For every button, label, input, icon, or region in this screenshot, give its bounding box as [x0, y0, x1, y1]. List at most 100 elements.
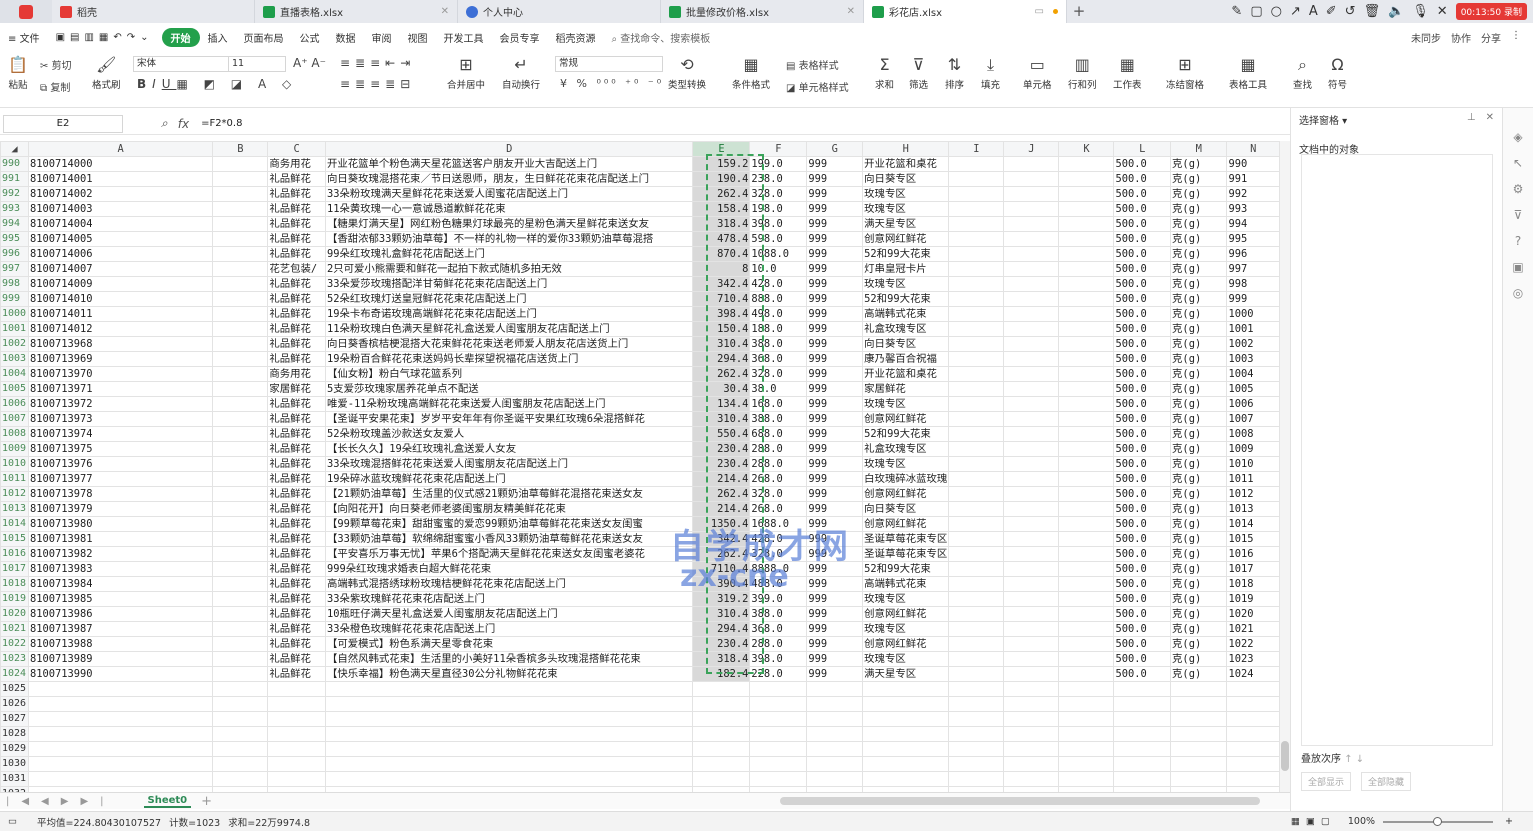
cell-j[interactable] [1003, 591, 1060, 607]
cell-l[interactable]: 500.0 [1113, 561, 1172, 577]
cell-e[interactable] [692, 756, 751, 772]
cell-d[interactable] [324, 756, 694, 772]
tab-1[interactable]: 直播表格.xlsx ✕ [255, 0, 458, 23]
table-tools-button[interactable]: ▦ 表格工具 [1229, 56, 1267, 92]
cell-f[interactable]: 228.0 [749, 666, 808, 682]
cell-c[interactable]: 礼品鲜花 [267, 411, 326, 427]
cell-h[interactable]: 52和99大花束 [862, 561, 950, 577]
cell-n[interactable]: 1021 [1226, 621, 1280, 637]
cell-m[interactable]: 克(g) [1170, 606, 1228, 622]
cell-i[interactable] [948, 456, 1005, 472]
cell-g[interactable]: 999 [806, 216, 864, 232]
cell-k[interactable] [1058, 291, 1115, 307]
row-header[interactable]: 1022 [0, 636, 29, 652]
menu-developer[interactable]: 开发工具 [436, 30, 492, 45]
cell-l[interactable]: 500.0 [1113, 531, 1172, 547]
cell-g[interactable]: 999 [806, 186, 864, 202]
cell-c[interactable] [267, 771, 326, 787]
cell-a[interactable]: 8100713981 [27, 531, 214, 547]
cell-g[interactable] [806, 711, 864, 727]
cell-c[interactable] [267, 741, 326, 757]
cell-a[interactable]: 8100714010 [27, 291, 214, 307]
cell-a[interactable]: 8100713971 [27, 381, 214, 397]
help-icon[interactable]: ? [1515, 234, 1521, 248]
cell-a[interactable]: 8100713986 [27, 606, 214, 622]
show-all-button[interactable]: 全部显示 [1301, 772, 1352, 791]
cell-g[interactable]: 999 [806, 471, 864, 487]
cell-e[interactable]: 310.4 [692, 606, 751, 622]
cell-n[interactable]: 992 [1226, 186, 1280, 202]
cell-g[interactable]: 999 [806, 276, 864, 292]
cell-f[interactable]: 1088.0 [749, 246, 808, 262]
cell-k[interactable] [1058, 666, 1115, 682]
cell-h[interactable]: 开业花篮和桌花 [862, 366, 950, 382]
cell-h[interactable]: 高端韩式花束 [862, 306, 950, 322]
cell-d[interactable]: 33朵紫玫瑰鲜花花束花店配送上门 [324, 591, 694, 607]
filter-panel-icon[interactable]: ⊽ [1514, 208, 1523, 222]
cell-e[interactable]: 150.4 [692, 321, 751, 337]
cell-e[interactable]: 478.4 [692, 231, 751, 247]
cell-c[interactable]: 花艺包装/ [267, 261, 326, 277]
pane-close-icon[interactable]: ✕ [1486, 112, 1494, 123]
cell-f[interactable]: 238.0 [749, 171, 808, 187]
row-header[interactable]: 996 [0, 246, 29, 262]
hide-all-button[interactable]: 全部隐藏 [1361, 772, 1412, 791]
cell-g[interactable]: 999 [806, 306, 864, 322]
more-icon[interactable]: ⋮ [1511, 30, 1521, 45]
cell-h[interactable]: 圣诞草莓花束专区 [862, 531, 950, 547]
cell-a[interactable]: 8100714000 [27, 156, 214, 172]
cell-i[interactable] [948, 336, 1005, 352]
cell-m[interactable]: 克(g) [1170, 231, 1228, 247]
cell-l[interactable]: 500.0 [1113, 501, 1172, 517]
cell-h[interactable]: 52和99大花束 [862, 426, 950, 442]
cell-j[interactable] [1003, 666, 1060, 682]
cell-l[interactable]: 500.0 [1113, 186, 1172, 202]
new-tab-button[interactable]: + [1067, 0, 1091, 23]
cell-k[interactable] [1058, 531, 1115, 547]
cell-h[interactable]: 创意网红鲜花 [862, 516, 950, 532]
cell-d[interactable]: 52朵粉玫瑰盖沙款送女友爱人 [324, 426, 694, 442]
cell-n[interactable]: 1016 [1226, 546, 1280, 562]
cell-g[interactable]: 999 [806, 591, 864, 607]
menu-review[interactable]: 审阅 [364, 30, 400, 45]
cell-j[interactable] [1003, 501, 1060, 517]
table-style-button[interactable]: ▤ 表格样式 [786, 57, 839, 72]
cell-d[interactable]: 【平安喜乐万事无忧】苹果6个搭配满天星鲜花花束送女友闺蜜老婆花 [324, 546, 694, 562]
cell-a[interactable]: 8100713983 [27, 561, 214, 577]
cell-d[interactable]: 【33颗奶油草莓】软绵绵甜蜜蜜小香风33颗奶油草莓鲜花花束送女友 [324, 531, 694, 547]
cell-i[interactable] [948, 531, 1005, 547]
cell-h[interactable]: 玫瑰专区 [862, 651, 950, 667]
cell-h[interactable]: 礼盒玫瑰专区 [862, 441, 950, 457]
row-header[interactable]: 990 [0, 156, 29, 172]
cell-i[interactable] [948, 276, 1005, 292]
cell-button[interactable]: ▭ 单元格 [1023, 56, 1052, 92]
cell-c[interactable] [267, 711, 326, 727]
cell-n[interactable] [1226, 726, 1280, 742]
cell-l[interactable]: 500.0 [1113, 276, 1172, 292]
cell-c[interactable]: 礼品鲜花 [267, 246, 326, 262]
cell-n[interactable]: 1017 [1226, 561, 1280, 577]
spreadsheet-grid[interactable]: ◢ A B C D E F G H I J K L M N 990 8100714000 商务用花 开业花篮单个粉… [0, 141, 1280, 792]
cell-m[interactable]: 克(g) [1170, 561, 1228, 577]
cell-k[interactable] [1058, 156, 1115, 172]
cell-b[interactable] [212, 606, 269, 622]
cell-b[interactable] [212, 351, 269, 367]
cell-h[interactable]: 满天星专区 [862, 666, 950, 682]
cell-f[interactable] [749, 756, 808, 772]
cell-n[interactable]: 1002 [1226, 336, 1280, 352]
cell-j[interactable] [1003, 711, 1060, 727]
row-header[interactable]: 1001 [0, 321, 29, 337]
cell-l[interactable]: 500.0 [1113, 516, 1172, 532]
cell-h[interactable] [862, 756, 950, 772]
cell-j[interactable] [1003, 741, 1060, 757]
cell-b[interactable] [212, 201, 269, 217]
cell-g[interactable] [806, 726, 864, 742]
cell-k[interactable] [1058, 426, 1115, 442]
cell-e[interactable]: 190.4 [692, 171, 751, 187]
cell-j[interactable] [1003, 561, 1060, 577]
cell-k[interactable] [1058, 276, 1115, 292]
cell-f[interactable]: 328.0 [749, 366, 808, 382]
cell-c[interactable]: 礼品鲜花 [267, 561, 326, 577]
number-format-select[interactable]: 常规 [555, 56, 663, 72]
cell-e[interactable]: 230.4 [692, 456, 751, 472]
